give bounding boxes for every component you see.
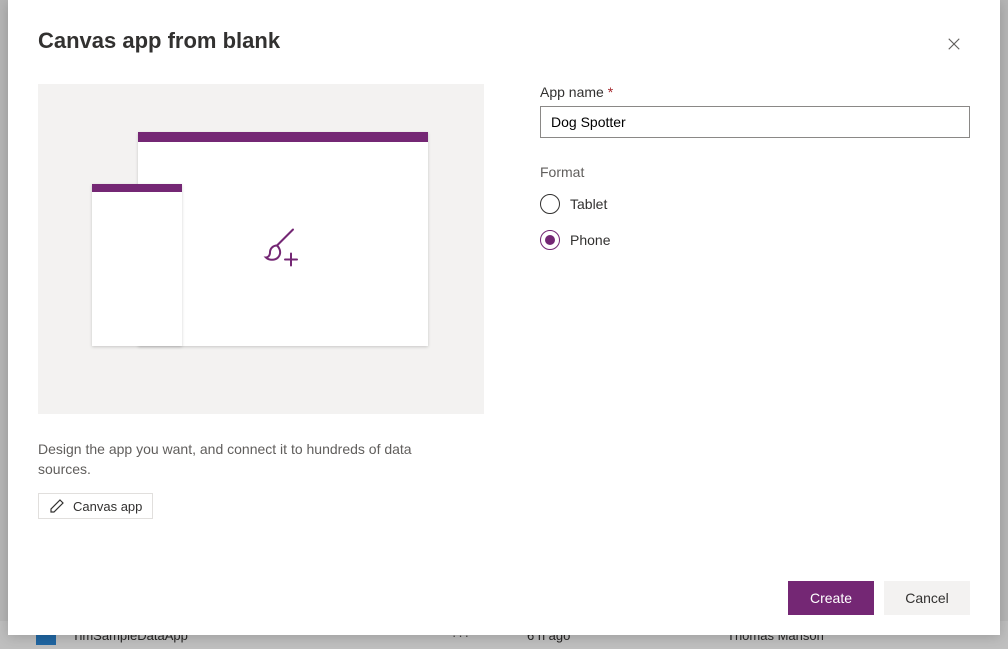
dialog-header: Canvas app from blank — [38, 28, 970, 60]
close-icon — [945, 35, 963, 53]
create-canvas-app-dialog: Canvas app from blank — [8, 0, 1000, 635]
dialog-footer: Create Cancel — [38, 569, 970, 615]
dialog-title: Canvas app from blank — [38, 28, 280, 54]
radio-label-phone: Phone — [570, 232, 610, 248]
radio-icon — [540, 194, 560, 214]
format-option-tablet[interactable]: Tablet — [540, 194, 970, 214]
preview-illustration — [38, 84, 484, 414]
required-asterisk: * — [608, 84, 613, 100]
right-column: App name * Format Tablet Phone — [540, 84, 970, 569]
radio-label-tablet: Tablet — [570, 196, 607, 212]
app-name-input[interactable] — [540, 106, 970, 138]
format-label: Format — [540, 164, 970, 180]
pencil-icon — [49, 498, 65, 514]
left-column: Design the app you want, and connect it … — [38, 84, 484, 569]
cancel-button[interactable]: Cancel — [884, 581, 970, 615]
dialog-content: Design the app you want, and connect it … — [38, 84, 970, 569]
app-name-label-text: App name — [540, 84, 604, 100]
close-button[interactable] — [938, 28, 970, 60]
phone-card-illustration — [92, 184, 182, 346]
app-name-label: App name * — [540, 84, 970, 100]
format-option-phone[interactable]: Phone — [540, 230, 970, 250]
radio-icon — [540, 230, 560, 250]
dialog-description: Design the app you want, and connect it … — [38, 440, 438, 479]
canvas-app-tag: Canvas app — [38, 493, 153, 519]
brush-plus-icon — [259, 223, 307, 276]
create-button[interactable]: Create — [788, 581, 874, 615]
tag-label: Canvas app — [73, 499, 142, 514]
